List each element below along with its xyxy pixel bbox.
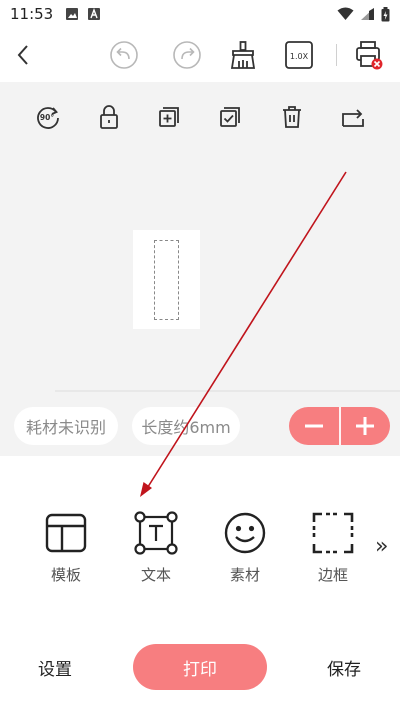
status-time: 11:53 xyxy=(10,5,54,23)
flip-button[interactable] xyxy=(338,102,368,132)
font-app-icon xyxy=(88,8,101,20)
decrease-button[interactable] xyxy=(289,407,339,445)
plus-icon xyxy=(356,417,375,435)
settings-button[interactable]: 设置 xyxy=(38,644,72,690)
minus-icon xyxy=(304,424,323,428)
edit-tools-row: 90° xyxy=(0,102,400,138)
save-button[interactable]: 保存 xyxy=(327,644,361,690)
brush-icon xyxy=(230,41,256,69)
menu-label-template: 模板 xyxy=(50,566,81,584)
battery-icon xyxy=(381,6,390,21)
flip-icon xyxy=(342,109,364,127)
length-text: 长度约6mm xyxy=(141,418,231,437)
zoom-level-label: 1.0X xyxy=(290,52,309,61)
printer-disconnected-icon xyxy=(356,41,383,70)
signal-icon xyxy=(361,8,374,20)
insert-menu: 模板 文本 素材 边框 » xyxy=(0,510,400,590)
template-icon xyxy=(45,513,87,553)
back-button[interactable] xyxy=(6,38,40,72)
menu-label-text: 文本 xyxy=(140,566,171,584)
app-screen: 11:53 1.0X 90° 耗材未识别 长度约6mm 模板 文本 素材 边框 … xyxy=(0,0,400,711)
copy-check-icon xyxy=(220,107,240,127)
undo-icon xyxy=(110,41,138,69)
print-button-label: 打印 xyxy=(183,659,217,680)
canvas-scroll-track xyxy=(55,390,400,392)
status-notifications xyxy=(65,7,101,21)
canvas-area[interactable]: 90° 耗材未识别 长度约6mm xyxy=(0,82,400,456)
clear-canvas-button[interactable] xyxy=(226,38,260,72)
rotate-90-icon: 90° xyxy=(37,107,59,129)
undo-button[interactable] xyxy=(107,38,141,72)
redo-icon xyxy=(173,41,201,69)
zoom-level-button[interactable]: 1.0X xyxy=(282,38,316,72)
bottom-action-bar: 设置 打印 保存 xyxy=(0,644,400,690)
stepper-divider xyxy=(338,407,341,445)
copy-add-icon xyxy=(159,107,179,127)
chevron-left-icon xyxy=(17,45,28,65)
label-print-area[interactable] xyxy=(154,240,179,320)
menu-item-border[interactable]: 边框 xyxy=(298,510,368,585)
status-bar: 11:53 xyxy=(0,0,400,28)
redo-button[interactable] xyxy=(170,38,204,72)
rotate-button[interactable]: 90° xyxy=(33,102,63,132)
rotate-90-label: 90° xyxy=(40,113,54,122)
status-system-icons xyxy=(337,6,390,22)
printer-button[interactable] xyxy=(352,38,386,72)
lock-button[interactable] xyxy=(94,102,124,132)
toolbar-divider xyxy=(336,44,337,66)
text-icon xyxy=(134,511,178,555)
more-menu-button[interactable]: » xyxy=(375,534,388,559)
menu-label-material: 素材 xyxy=(229,566,260,584)
menu-item-template[interactable]: 模板 xyxy=(31,510,101,585)
menu-item-text[interactable]: 文本 xyxy=(121,510,191,585)
print-button[interactable]: 打印 xyxy=(133,644,267,690)
lock-icon xyxy=(100,105,118,129)
consumable-status-pill: 耗材未识别 xyxy=(14,407,118,445)
menu-item-material[interactable]: 素材 xyxy=(210,510,280,585)
delete-icon xyxy=(283,106,301,128)
length-stepper xyxy=(289,407,390,445)
border-icon xyxy=(312,512,354,554)
menu-label-border: 边框 xyxy=(317,566,348,584)
delete-button[interactable] xyxy=(277,102,307,132)
copy-add-button[interactable] xyxy=(155,102,185,132)
image-icon xyxy=(66,8,79,20)
top-toolbar: 1.0X xyxy=(0,28,400,82)
wifi-icon xyxy=(337,7,354,20)
length-pill[interactable]: 长度约6mm xyxy=(132,407,240,445)
smiley-icon xyxy=(224,512,266,554)
consumable-status-text: 耗材未识别 xyxy=(25,418,106,437)
increase-button[interactable] xyxy=(341,407,391,445)
copy-check-button[interactable] xyxy=(216,102,246,132)
label-canvas[interactable] xyxy=(133,230,200,329)
zoom-frame-icon: 1.0X xyxy=(285,41,313,69)
